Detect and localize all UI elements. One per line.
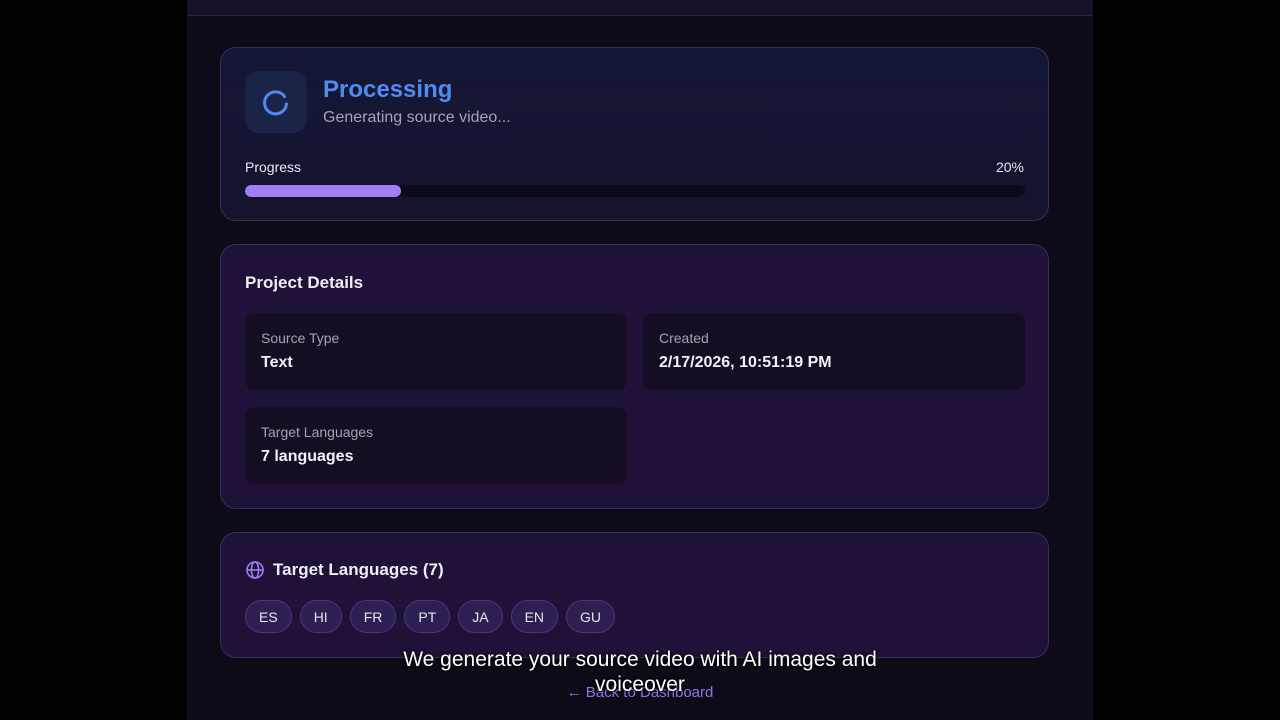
globe-icon [246, 561, 264, 579]
language-pill: JA [458, 600, 503, 633]
loading-spinner-icon [263, 90, 288, 116]
language-pill: PT [404, 600, 451, 633]
progress-percent: 20% [995, 159, 1024, 175]
progress-label: Progress [245, 159, 302, 175]
created-tile: Created 2/17/2026, 10:51:19 PM [643, 313, 1025, 390]
progress-bar-fill [245, 185, 401, 197]
status-title: Processing [323, 76, 453, 103]
video-caption: We generate your source video with AI im… [0, 647, 1280, 697]
caption-line-1: We generate your source video with AI im… [403, 648, 877, 671]
spinner-container [245, 71, 307, 133]
caption-line-2: voiceover [595, 673, 685, 696]
status-subtitle: Generating source video... [323, 109, 511, 126]
created-value: 2/17/2026, 10:51:19 PM [659, 354, 832, 371]
language-pill: HI [299, 600, 342, 633]
language-pill: ES [245, 600, 292, 633]
project-details-card: Project Details Source Type Text Created… [220, 244, 1049, 509]
target-languages-tile: Target Languages 7 languages [245, 407, 627, 484]
progress-bar [245, 185, 1025, 197]
source-type-label: Source Type [261, 330, 340, 346]
processing-status-card: Processing Generating source video... Pr… [220, 47, 1049, 221]
target-languages-value: 7 languages [261, 448, 354, 465]
project-details-title: Project Details [245, 273, 364, 292]
top-bar [187, 0, 1093, 16]
source-type-value: Text [261, 354, 293, 371]
source-type-tile: Source Type Text [245, 313, 627, 390]
language-pill: FR [349, 600, 397, 633]
language-pill: GU [566, 600, 616, 633]
target-languages-card: Target Languages (7) ES HI FR PT JA EN GU [220, 532, 1049, 658]
language-pill: EN [510, 600, 559, 633]
main-column: Processing Generating source video... Pr… [187, 0, 1093, 720]
target-languages-label: Target Languages [261, 424, 374, 440]
created-label: Created [659, 330, 709, 346]
language-pill-list: ES HI FR PT JA EN GU [245, 600, 616, 633]
target-languages-title: Target Languages (7) [273, 560, 444, 579]
